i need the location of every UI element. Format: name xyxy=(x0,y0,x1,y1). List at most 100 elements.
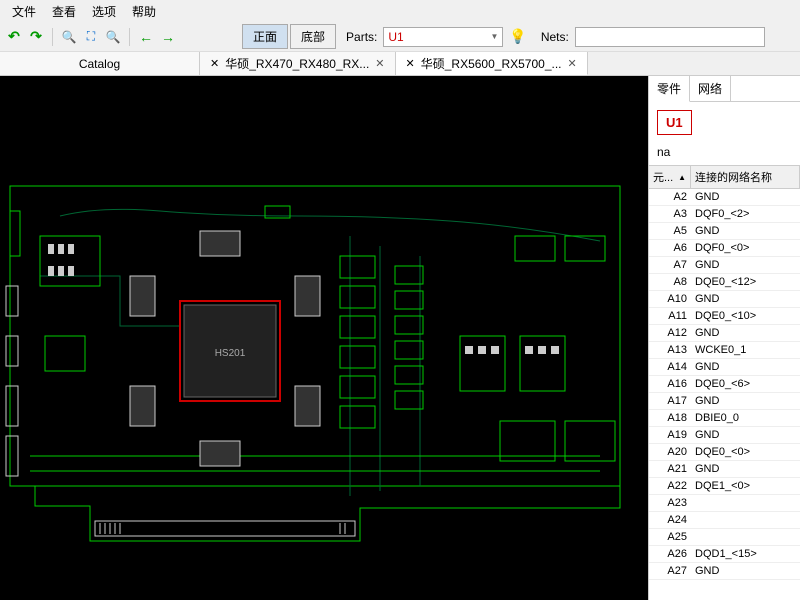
cell-net: GND xyxy=(691,291,800,307)
table-row[interactable]: A5GND xyxy=(649,223,800,240)
chip-label: HS201 xyxy=(215,348,246,359)
cell-pin: A25 xyxy=(649,529,691,545)
cell-net: GND xyxy=(691,427,800,443)
nets-input[interactable] xyxy=(575,27,765,47)
tab-catalog[interactable]: Catalog xyxy=(0,52,200,75)
table-header: 元... ▲ 连接的网络名称 xyxy=(649,166,800,189)
side-tab-nets[interactable]: 网络 xyxy=(690,76,731,101)
pcb-viewport[interactable]: HS201 xyxy=(0,76,648,600)
table-row[interactable]: A27GND xyxy=(649,563,800,580)
col-pin-header[interactable]: 元... ▲ xyxy=(649,166,691,188)
side-tabs: 零件 网络 xyxy=(649,76,800,102)
col-net-header[interactable]: 连接的网络名称 xyxy=(691,166,800,188)
menu-options[interactable]: 选项 xyxy=(84,1,124,22)
cell-net: WCKE0_1 xyxy=(691,342,800,358)
cell-pin: A2 xyxy=(649,189,691,205)
separator xyxy=(52,28,53,46)
table-row[interactable]: A11DQE0_<10> xyxy=(649,308,800,325)
cell-net: DQE1_<0> xyxy=(691,478,800,494)
main-area: HS201 xyxy=(0,76,800,600)
cell-net: DQE0_<6> xyxy=(691,376,800,392)
toolbar: ↶ ↷ 🔍 ⛶ 🔍 ← → 正面 底部 Parts: U1 ▼ 💡 Nets: xyxy=(0,22,800,52)
cell-net: GND xyxy=(691,257,800,273)
cell-pin: A12 xyxy=(649,325,691,341)
pin-table[interactable]: 元... ▲ 连接的网络名称 A2GNDA3DQF0_<2>A5GNDA6DQF… xyxy=(649,165,800,600)
layer-front-button[interactable]: 正面 xyxy=(242,24,288,49)
parts-value: U1 xyxy=(388,30,403,44)
cell-net xyxy=(691,495,800,511)
menubar: 文件 查看 选项 帮助 xyxy=(0,0,800,22)
parts-label: Parts: xyxy=(346,30,377,44)
table-row[interactable]: A13WCKE0_1 xyxy=(649,342,800,359)
cell-net: DQE0_<10> xyxy=(691,308,800,324)
part-name: na xyxy=(657,145,792,159)
table-row[interactable]: A21GND xyxy=(649,461,800,478)
menu-view[interactable]: 查看 xyxy=(44,1,84,22)
zoom-in-icon[interactable]: 🔍 xyxy=(59,27,79,47)
tab-board-1[interactable]: ✕ 华硕_RX470_RX480_RX... ✕ xyxy=(200,52,396,75)
table-row[interactable]: A8DQE0_<12> xyxy=(649,274,800,291)
cell-net: DQE0_<12> xyxy=(691,274,800,290)
arrow-left-icon[interactable]: ← xyxy=(136,27,156,47)
table-row[interactable]: A17GND xyxy=(649,393,800,410)
table-row[interactable]: A14GND xyxy=(649,359,800,376)
cell-net: GND xyxy=(691,189,800,205)
tab-board-2[interactable]: ✕ 华硕_RX5600_RX5700_... ✕ xyxy=(396,52,588,75)
cell-net: DQF0_<2> xyxy=(691,206,800,222)
tab-label: 华硕_RX470_RX480_RX... xyxy=(225,55,369,72)
cell-pin: A14 xyxy=(649,359,691,375)
table-row[interactable]: A16DQE0_<6> xyxy=(649,376,800,393)
tab-label: Catalog xyxy=(79,57,120,71)
cell-net: DQE0_<0> xyxy=(691,444,800,460)
cell-net: GND xyxy=(691,223,800,239)
table-row[interactable]: A22DQE1_<0> xyxy=(649,478,800,495)
zoom-fit-icon[interactable]: ⛶ xyxy=(81,27,101,47)
cell-pin: A3 xyxy=(649,206,691,222)
separator xyxy=(129,28,130,46)
cell-pin: A24 xyxy=(649,512,691,528)
zoom-out-icon[interactable]: 🔍 xyxy=(103,27,123,47)
menu-file[interactable]: 文件 xyxy=(4,1,44,22)
table-row[interactable]: A20DQE0_<0> xyxy=(649,444,800,461)
selected-part-badge: U1 xyxy=(657,110,692,135)
close-icon[interactable]: ✕ xyxy=(375,57,384,70)
close-icon[interactable]: ✕ xyxy=(568,57,577,70)
side-panel: 零件 网络 U1 na 元... ▲ 连接的网络名称 A2GNDA3DQF0_<… xyxy=(648,76,800,600)
menu-help[interactable]: 帮助 xyxy=(124,1,164,22)
table-row[interactable]: A18DBIE0_0 xyxy=(649,410,800,427)
table-row[interactable]: A23 xyxy=(649,495,800,512)
shuffle-icon: ✕ xyxy=(210,57,219,70)
table-row[interactable]: A7GND xyxy=(649,257,800,274)
cell-pin: A21 xyxy=(649,461,691,477)
cell-net: DQF0_<0> xyxy=(691,240,800,256)
cell-net: DQD1_<15> xyxy=(691,546,800,562)
cell-net: GND xyxy=(691,563,800,579)
side-tab-parts[interactable]: 零件 xyxy=(649,76,690,102)
cell-net: GND xyxy=(691,325,800,341)
table-row[interactable]: A2GND xyxy=(649,189,800,206)
table-row[interactable]: A24 xyxy=(649,512,800,529)
table-row[interactable]: A3DQF0_<2> xyxy=(649,206,800,223)
table-row[interactable]: A12GND xyxy=(649,325,800,342)
cell-pin: A6 xyxy=(649,240,691,256)
rotate-left-icon[interactable]: ↶ xyxy=(4,27,24,47)
cell-net: GND xyxy=(691,393,800,409)
cell-pin: A26 xyxy=(649,546,691,562)
parts-select[interactable]: U1 ▼ xyxy=(383,27,503,47)
sort-asc-icon: ▲ xyxy=(678,173,686,182)
cell-pin: A22 xyxy=(649,478,691,494)
rotate-right-icon[interactable]: ↷ xyxy=(26,27,46,47)
cell-net xyxy=(691,512,800,528)
table-row[interactable]: A25 xyxy=(649,529,800,546)
table-row[interactable]: A19GND xyxy=(649,427,800,444)
table-row[interactable]: A26DQD1_<15> xyxy=(649,546,800,563)
layer-back-button[interactable]: 底部 xyxy=(290,24,336,49)
cell-net: GND xyxy=(691,359,800,375)
table-row[interactable]: A6DQF0_<0> xyxy=(649,240,800,257)
pcb-rendering: HS201 xyxy=(0,76,648,600)
arrow-right-icon[interactable]: → xyxy=(158,27,178,47)
table-row[interactable]: A10GND xyxy=(649,291,800,308)
cell-pin: A7 xyxy=(649,257,691,273)
cell-pin: A16 xyxy=(649,376,691,392)
lightbulb-icon[interactable]: 💡 xyxy=(509,28,526,45)
